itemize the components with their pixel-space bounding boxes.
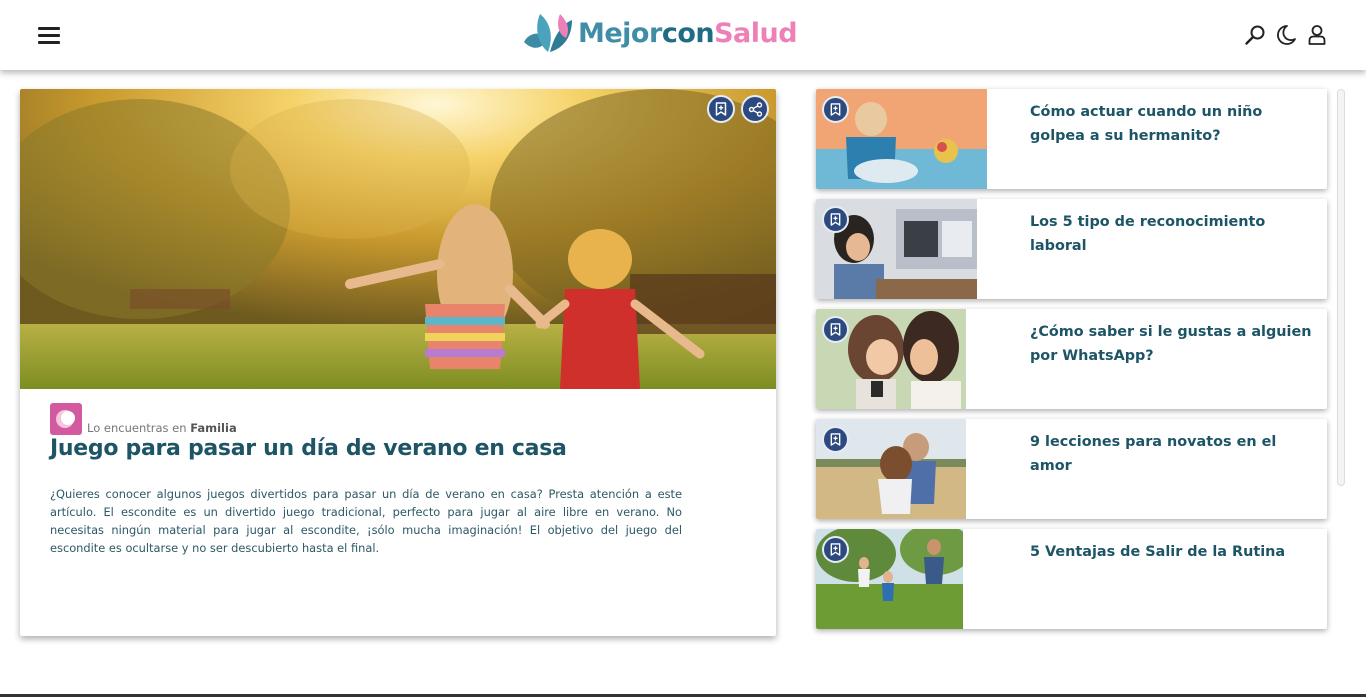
bookmark-button[interactable]: [822, 426, 849, 453]
bookmark-icon: [830, 433, 841, 446]
share-button[interactable]: [741, 95, 769, 123]
bookmark-icon: [830, 103, 841, 116]
list-item[interactable]: Los 5 tipo de reconocimiento laboral: [816, 199, 1327, 299]
article-title[interactable]: ¿Cómo saber si le gustas a alguien por W…: [1030, 320, 1320, 368]
article-title[interactable]: Cómo actuar cuando un niño golpea a su h…: [1030, 100, 1320, 148]
featured-article-card[interactable]: Lo encuentras en Familia Juego para pasa…: [20, 89, 776, 636]
bookmark-button[interactable]: [822, 316, 849, 343]
menu-icon[interactable]: [38, 24, 62, 46]
bookmark-icon: [830, 543, 841, 556]
site-header: MejorconSalud: [0, 0, 1366, 70]
article-title[interactable]: 9 lecciones para novatos en el amor: [1030, 430, 1320, 478]
logo-leaf-icon: [524, 14, 572, 52]
featured-article-image[interactable]: [20, 89, 776, 389]
list-item[interactable]: 9 lecciones para novatos en el amor: [816, 419, 1327, 519]
logo-text: MejorconSalud: [578, 17, 798, 49]
bookmark-button[interactable]: [822, 536, 849, 563]
bookmark-icon: [715, 102, 727, 116]
list-item[interactable]: ¿Cómo saber si le gustas a alguien por W…: [816, 309, 1327, 409]
bookmark-button[interactable]: [822, 96, 849, 123]
moon-icon[interactable]: [1275, 23, 1297, 47]
category-link[interactable]: Familia: [190, 421, 237, 435]
article-title[interactable]: 5 Ventajas de Salir de la Rutina: [1030, 540, 1320, 564]
list-item[interactable]: 5 Ventajas de Salir de la Rutina: [816, 529, 1327, 629]
featured-article-title[interactable]: Juego para pasar un día de verano en cas…: [50, 436, 567, 461]
search-icon[interactable]: [1244, 23, 1266, 47]
site-logo[interactable]: MejorconSalud: [520, 8, 798, 58]
list-scrollbar[interactable]: [1337, 89, 1345, 486]
bookmark-icon: [830, 323, 841, 336]
family-category-icon: [50, 403, 82, 435]
category-label: Lo encuentras en Familia: [87, 421, 237, 435]
bookmark-icon: [830, 213, 841, 226]
list-item[interactable]: Cómo actuar cuando un niño golpea a su h…: [816, 89, 1327, 189]
share-icon: [748, 101, 762, 117]
bookmark-button[interactable]: [707, 95, 735, 123]
user-icon[interactable]: [1306, 23, 1328, 47]
featured-article-description: ¿Quieres conocer algunos juegos divertid…: [50, 487, 682, 555]
bookmark-button[interactable]: [822, 206, 849, 233]
article-title[interactable]: Los 5 tipo de reconocimiento laboral: [1030, 210, 1320, 258]
